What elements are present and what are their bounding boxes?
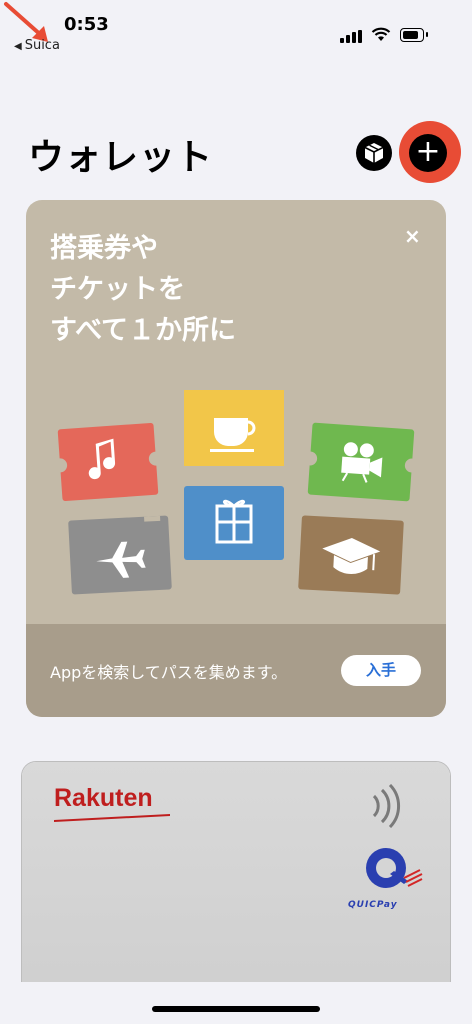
promo-footer: Appを検索してパスを集めます。 入手 bbox=[26, 624, 446, 717]
rakuten-logo: Rakuten bbox=[54, 784, 153, 812]
flight-ticket-icon bbox=[68, 515, 172, 595]
promo-line: すべて１か所に bbox=[50, 315, 237, 346]
close-icon[interactable]: × bbox=[404, 224, 421, 248]
promo-headline: 搭乗券や チケットを すべて１か所に bbox=[50, 228, 236, 351]
get-app-button[interactable]: 入手 bbox=[341, 655, 421, 686]
coffee-ticket-icon bbox=[184, 390, 284, 466]
movie-ticket-icon bbox=[306, 422, 416, 502]
add-card-button[interactable]: + bbox=[409, 134, 447, 172]
contactless-icon bbox=[372, 784, 401, 828]
quicpay-label: QUICPay bbox=[348, 900, 398, 910]
passes-button[interactable] bbox=[356, 135, 392, 171]
home-indicator[interactable] bbox=[152, 1006, 320, 1012]
passes-promo-card: 搭乗券や チケットを すべて１か所に × Appを検索してパスを集めます。 入手 bbox=[26, 200, 446, 717]
music-ticket-icon bbox=[56, 422, 160, 502]
status-time: 0:53 bbox=[64, 14, 109, 35]
promo-line: 搭乗券や bbox=[50, 233, 158, 264]
battery-icon bbox=[400, 28, 424, 42]
promo-footer-text: Appを検索してパスを集めます。 bbox=[50, 663, 288, 682]
pass-box-icon bbox=[364, 143, 384, 163]
wifi-icon bbox=[371, 27, 391, 41]
rakuten-swoosh bbox=[54, 814, 170, 822]
back-to-app-link[interactable]: ◀ Suica bbox=[14, 38, 60, 53]
rakuten-card[interactable]: Rakuten QUICPay bbox=[22, 762, 450, 1002]
battery-nub bbox=[426, 32, 428, 37]
cellular-signal-icon bbox=[340, 30, 362, 43]
plus-icon: + bbox=[415, 134, 441, 169]
back-app-label: Suica bbox=[24, 38, 60, 53]
education-ticket-icon bbox=[298, 515, 404, 595]
back-triangle-icon: ◀ bbox=[14, 41, 22, 52]
gift-ticket-icon bbox=[184, 486, 284, 560]
promo-line: チケットを bbox=[50, 274, 185, 305]
quicpay-logo-icon bbox=[366, 848, 423, 888]
page-title: ウォレット bbox=[28, 137, 214, 178]
bottom-area bbox=[0, 982, 472, 1024]
